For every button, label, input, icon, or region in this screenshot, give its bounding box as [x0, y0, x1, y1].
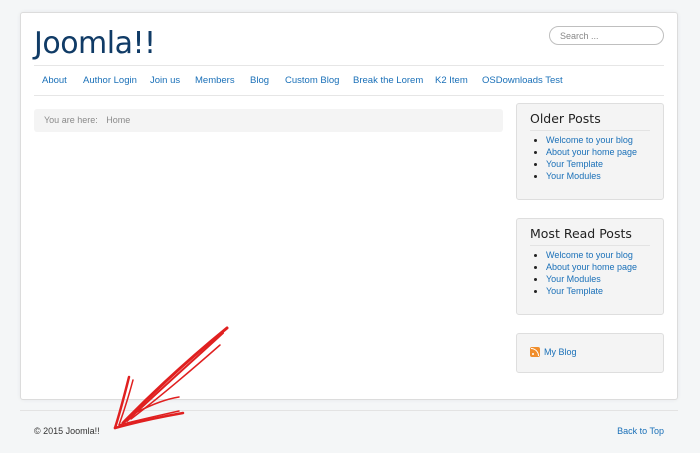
list-item: Your Template — [546, 285, 650, 297]
list-item: Your Modules — [546, 273, 650, 285]
most-read-link[interactable]: Your Modules — [546, 274, 601, 284]
breadcrumb: You are here: Home — [34, 109, 503, 132]
feed-row: My Blog — [530, 347, 650, 357]
older-posts-list: Welcome to your blog About your home pag… — [530, 134, 650, 182]
site-title[interactable]: Joomla!! — [34, 26, 156, 61]
search-input[interactable] — [549, 26, 664, 45]
most-read-link[interactable]: About your home page — [546, 262, 637, 272]
list-item: Your Template — [546, 158, 650, 170]
red-arrow-icon — [113, 326, 229, 430]
most-read-module: Most Read Posts Welcome to your blog Abo… — [516, 218, 664, 315]
nav-item-members[interactable]: Members — [195, 75, 235, 86]
older-post-link[interactable]: Welcome to your blog — [546, 135, 633, 145]
copyright-text: © 2015 Joomla!! — [34, 426, 100, 436]
list-item: Your Modules — [546, 170, 650, 182]
most-read-link[interactable]: Welcome to your blog — [546, 250, 633, 260]
list-item: About your home page — [546, 261, 650, 273]
most-read-link[interactable]: Your Template — [546, 286, 603, 296]
nav-item-author-login[interactable]: Author Login — [83, 75, 137, 86]
older-post-link[interactable]: Your Modules — [546, 171, 601, 181]
older-post-link[interactable]: About your home page — [546, 147, 637, 157]
nav-item-blog[interactable]: Blog — [250, 75, 269, 86]
feed-module: My Blog — [516, 333, 664, 373]
nav-item-about[interactable]: About — [42, 75, 67, 86]
back-to-top-link[interactable]: Back to Top — [617, 426, 664, 436]
older-posts-title: Older Posts — [530, 111, 650, 131]
list-item: Welcome to your blog — [546, 134, 650, 146]
most-read-list: Welcome to your blog About your home pag… — [530, 249, 650, 297]
older-posts-module: Older Posts Welcome to your blog About y… — [516, 103, 664, 200]
nav-divider — [34, 95, 664, 96]
nav-item-osdownloads-test[interactable]: OSDownloads Test — [482, 75, 563, 86]
breadcrumb-home: Home — [106, 115, 131, 125]
most-read-title: Most Read Posts — [530, 226, 650, 246]
nav-item-join-us[interactable]: Join us — [150, 75, 180, 86]
rss-icon[interactable] — [530, 347, 540, 357]
list-item: About your home page — [546, 146, 650, 158]
list-item: Welcome to your blog — [546, 249, 650, 261]
nav-item-k2-item[interactable]: K2 Item — [435, 75, 468, 86]
nav-item-custom-blog[interactable]: Custom Blog — [285, 75, 339, 86]
feed-link[interactable]: My Blog — [544, 347, 577, 357]
breadcrumb-label: You are here: — [44, 115, 98, 125]
older-post-link[interactable]: Your Template — [546, 159, 603, 169]
header-divider — [34, 65, 664, 66]
nav-item-break-the-lorem[interactable]: Break the Lorem — [353, 75, 423, 86]
